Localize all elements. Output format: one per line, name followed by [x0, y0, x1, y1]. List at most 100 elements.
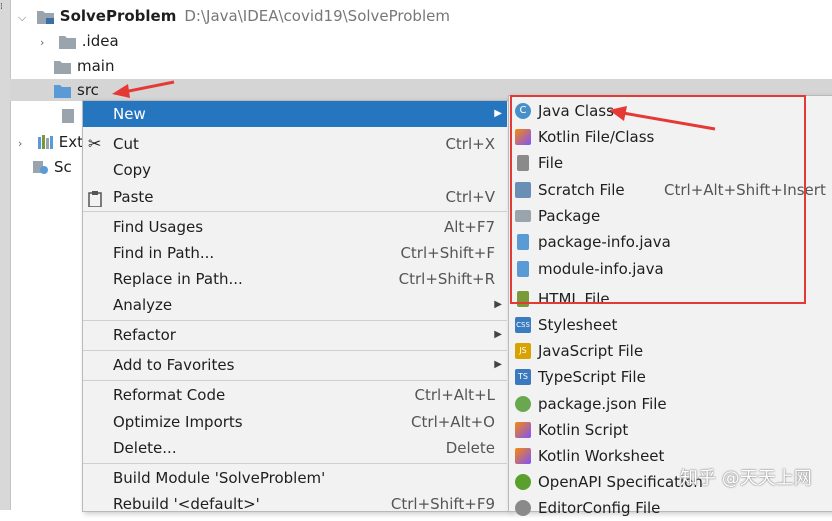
- menu-item-optimize-imports[interactable]: Optimize Imports Ctrl+Alt+O: [83, 409, 507, 435]
- submenu-item-javascript-file[interactable]: JS JavaScript File: [509, 338, 831, 364]
- tool-window-strip[interactable]: ⁞: [0, 0, 11, 510]
- kotlin-icon: [515, 422, 531, 438]
- menu-item-shortcut: Alt+F7: [443, 218, 495, 236]
- submenu-arrow-icon: ▶: [494, 108, 502, 119]
- menu-item-build-module[interactable]: Build Module 'SolveProblem': [83, 465, 507, 491]
- menu-separator: [83, 211, 507, 212]
- submenu-item-label: Kotlin Worksheet: [538, 447, 665, 465]
- css-file-icon: CSS: [515, 317, 531, 333]
- menu-item-delete[interactable]: Delete... Delete: [83, 435, 507, 461]
- menu-item-label: Rebuild '<default>': [113, 495, 260, 513]
- context-menu: New ▶ ✂ Cut Ctrl+X Copy ▶ Paste Ctrl+V F…: [82, 100, 510, 513]
- tree-item-label: Ext: [58, 133, 84, 151]
- menu-item-reformat-code[interactable]: Reformat Code Ctrl+Alt+L: [83, 382, 507, 408]
- tree-item-idea[interactable]: › .idea: [40, 29, 119, 53]
- kotlin-icon: [515, 448, 531, 464]
- menu-item-label: Add to Favorites: [113, 356, 235, 374]
- submenu-item-label: Kotlin Script: [538, 421, 629, 439]
- openapi-icon: [515, 474, 531, 490]
- tree-item-src[interactable]: src: [54, 78, 99, 102]
- project-name: SolveProblem: [59, 7, 177, 25]
- source-folder-icon: [54, 84, 71, 98]
- menu-separator: [83, 463, 507, 464]
- chevron-down-icon[interactable]: ⌵: [18, 6, 32, 30]
- folder-icon: [58, 35, 76, 49]
- tree-item-external-libraries[interactable]: › Ext: [18, 130, 83, 154]
- submenu-arrow-icon: ▶: [494, 329, 502, 340]
- gear-icon: [515, 500, 531, 516]
- menu-item-shortcut: Ctrl+Shift+F: [400, 244, 495, 262]
- project-path: D:\Java\IDEA\covid19\SolveProblem: [184, 7, 450, 25]
- chevron-right-icon[interactable]: ›: [40, 31, 54, 55]
- menu-item-label: Replace in Path...: [113, 270, 243, 288]
- menu-item-label: Analyze: [113, 296, 173, 314]
- menu-separator: [83, 320, 507, 321]
- menu-item-shortcut: Ctrl+Shift+R: [398, 270, 495, 288]
- nodejs-icon: [515, 396, 531, 412]
- menu-item-label: Build Module 'SolveProblem': [113, 469, 326, 487]
- js-file-icon: JS: [515, 343, 531, 359]
- submenu-arrow-icon: ▶: [494, 299, 502, 310]
- menu-item-new[interactable]: New ▶: [83, 101, 507, 127]
- strip-glyph: ⁞: [0, 2, 3, 12]
- menu-item-label: Cut: [113, 135, 139, 153]
- submenu-item-stylesheet[interactable]: CSS Stylesheet: [509, 312, 831, 338]
- tree-item-label: main: [77, 57, 115, 75]
- submenu-item-label: OpenAPI Specification: [538, 473, 703, 491]
- tree-item-scratches[interactable]: Sc: [32, 155, 72, 179]
- tree-item-main[interactable]: main: [54, 54, 114, 78]
- submenu-item-kotlin-script[interactable]: Kotlin Script: [509, 417, 831, 443]
- menu-item-replace-in-path[interactable]: Replace in Path... Ctrl+Shift+R: [83, 266, 507, 292]
- scissors-icon: ✂: [88, 134, 102, 153]
- menu-item-find-in-path[interactable]: Find in Path... Ctrl+Shift+F: [83, 240, 507, 266]
- menu-item-cut[interactable]: ✂ Cut Ctrl+X: [83, 131, 507, 157]
- menu-item-label: Refactor: [113, 326, 176, 344]
- submenu-item-label: package.json File: [538, 395, 667, 413]
- tree-root-project[interactable]: ⌵ SolveProblem D:\Java\IDEA\covid19\Solve…: [18, 4, 450, 28]
- submenu-item-editorconfig[interactable]: EditorConfig File: [509, 495, 831, 521]
- menu-item-shortcut: Ctrl+Alt+L: [414, 386, 496, 404]
- scratches-icon: [32, 157, 49, 174]
- libraries-icon: [37, 132, 54, 149]
- file-icon: [62, 109, 74, 123]
- menu-item-shortcut: Ctrl+X: [445, 135, 495, 153]
- submenu-arrow-icon: ▶: [494, 359, 502, 370]
- tree-item-label: .idea: [81, 32, 119, 50]
- menu-item-shortcut: Ctrl+V: [445, 188, 495, 206]
- ts-file-icon: TS: [515, 369, 531, 385]
- menu-item-shortcut: Ctrl+Shift+F9: [390, 495, 495, 513]
- menu-item-label: Copy: [113, 161, 152, 179]
- folder-icon: [54, 60, 71, 74]
- menu-item-analyze[interactable]: Analyze ▶: [83, 292, 507, 318]
- submenu-item-typescript-file[interactable]: TS TypeScript File: [509, 364, 831, 390]
- menu-item-find-usages[interactable]: Find Usages Alt+F7: [83, 214, 507, 240]
- menu-item-refactor[interactable]: Refactor ▶: [83, 322, 507, 348]
- annotation-arrow-src: [112, 80, 175, 98]
- menu-item-label: New: [113, 105, 146, 123]
- menu-separator: [83, 380, 507, 381]
- menu-item-shortcut: Delete: [445, 439, 495, 457]
- menu-item-label: Reformat Code: [113, 386, 226, 404]
- menu-item-label: Optimize Imports: [113, 413, 243, 431]
- submenu-item-label: EditorConfig File: [538, 499, 661, 517]
- menu-item-add-to-favorites[interactable]: Add to Favorites ▶: [83, 352, 507, 378]
- module-folder-icon: [36, 10, 54, 24]
- tree-item-label: src: [77, 81, 99, 99]
- watermark: 知乎 @天天上网: [680, 468, 812, 489]
- menu-item-paste[interactable]: Paste Ctrl+V: [83, 184, 507, 210]
- menu-item-label: Paste: [113, 188, 154, 206]
- menu-item-rebuild[interactable]: Rebuild '<default>' Ctrl+Shift+F9: [83, 491, 507, 517]
- chevron-right-icon[interactable]: ›: [18, 132, 32, 156]
- submenu-item-package-json[interactable]: package.json File: [509, 391, 831, 417]
- menu-item-label: Find Usages: [113, 218, 204, 236]
- tree-item-label: Sc: [54, 158, 72, 176]
- menu-item-shortcut: Ctrl+Alt+O: [411, 413, 495, 431]
- annotation-arrow-java-class: [609, 106, 716, 131]
- submenu-item-label: TypeScript File: [538, 368, 646, 386]
- menu-item-copy[interactable]: Copy ▶: [83, 157, 507, 183]
- menu-item-label: Delete...: [113, 439, 177, 457]
- menu-separator: [83, 350, 507, 351]
- submenu-item-label: JavaScript File: [538, 342, 644, 360]
- submenu-item-label: Stylesheet: [538, 316, 618, 334]
- tree-item-file[interactable]: [62, 104, 74, 128]
